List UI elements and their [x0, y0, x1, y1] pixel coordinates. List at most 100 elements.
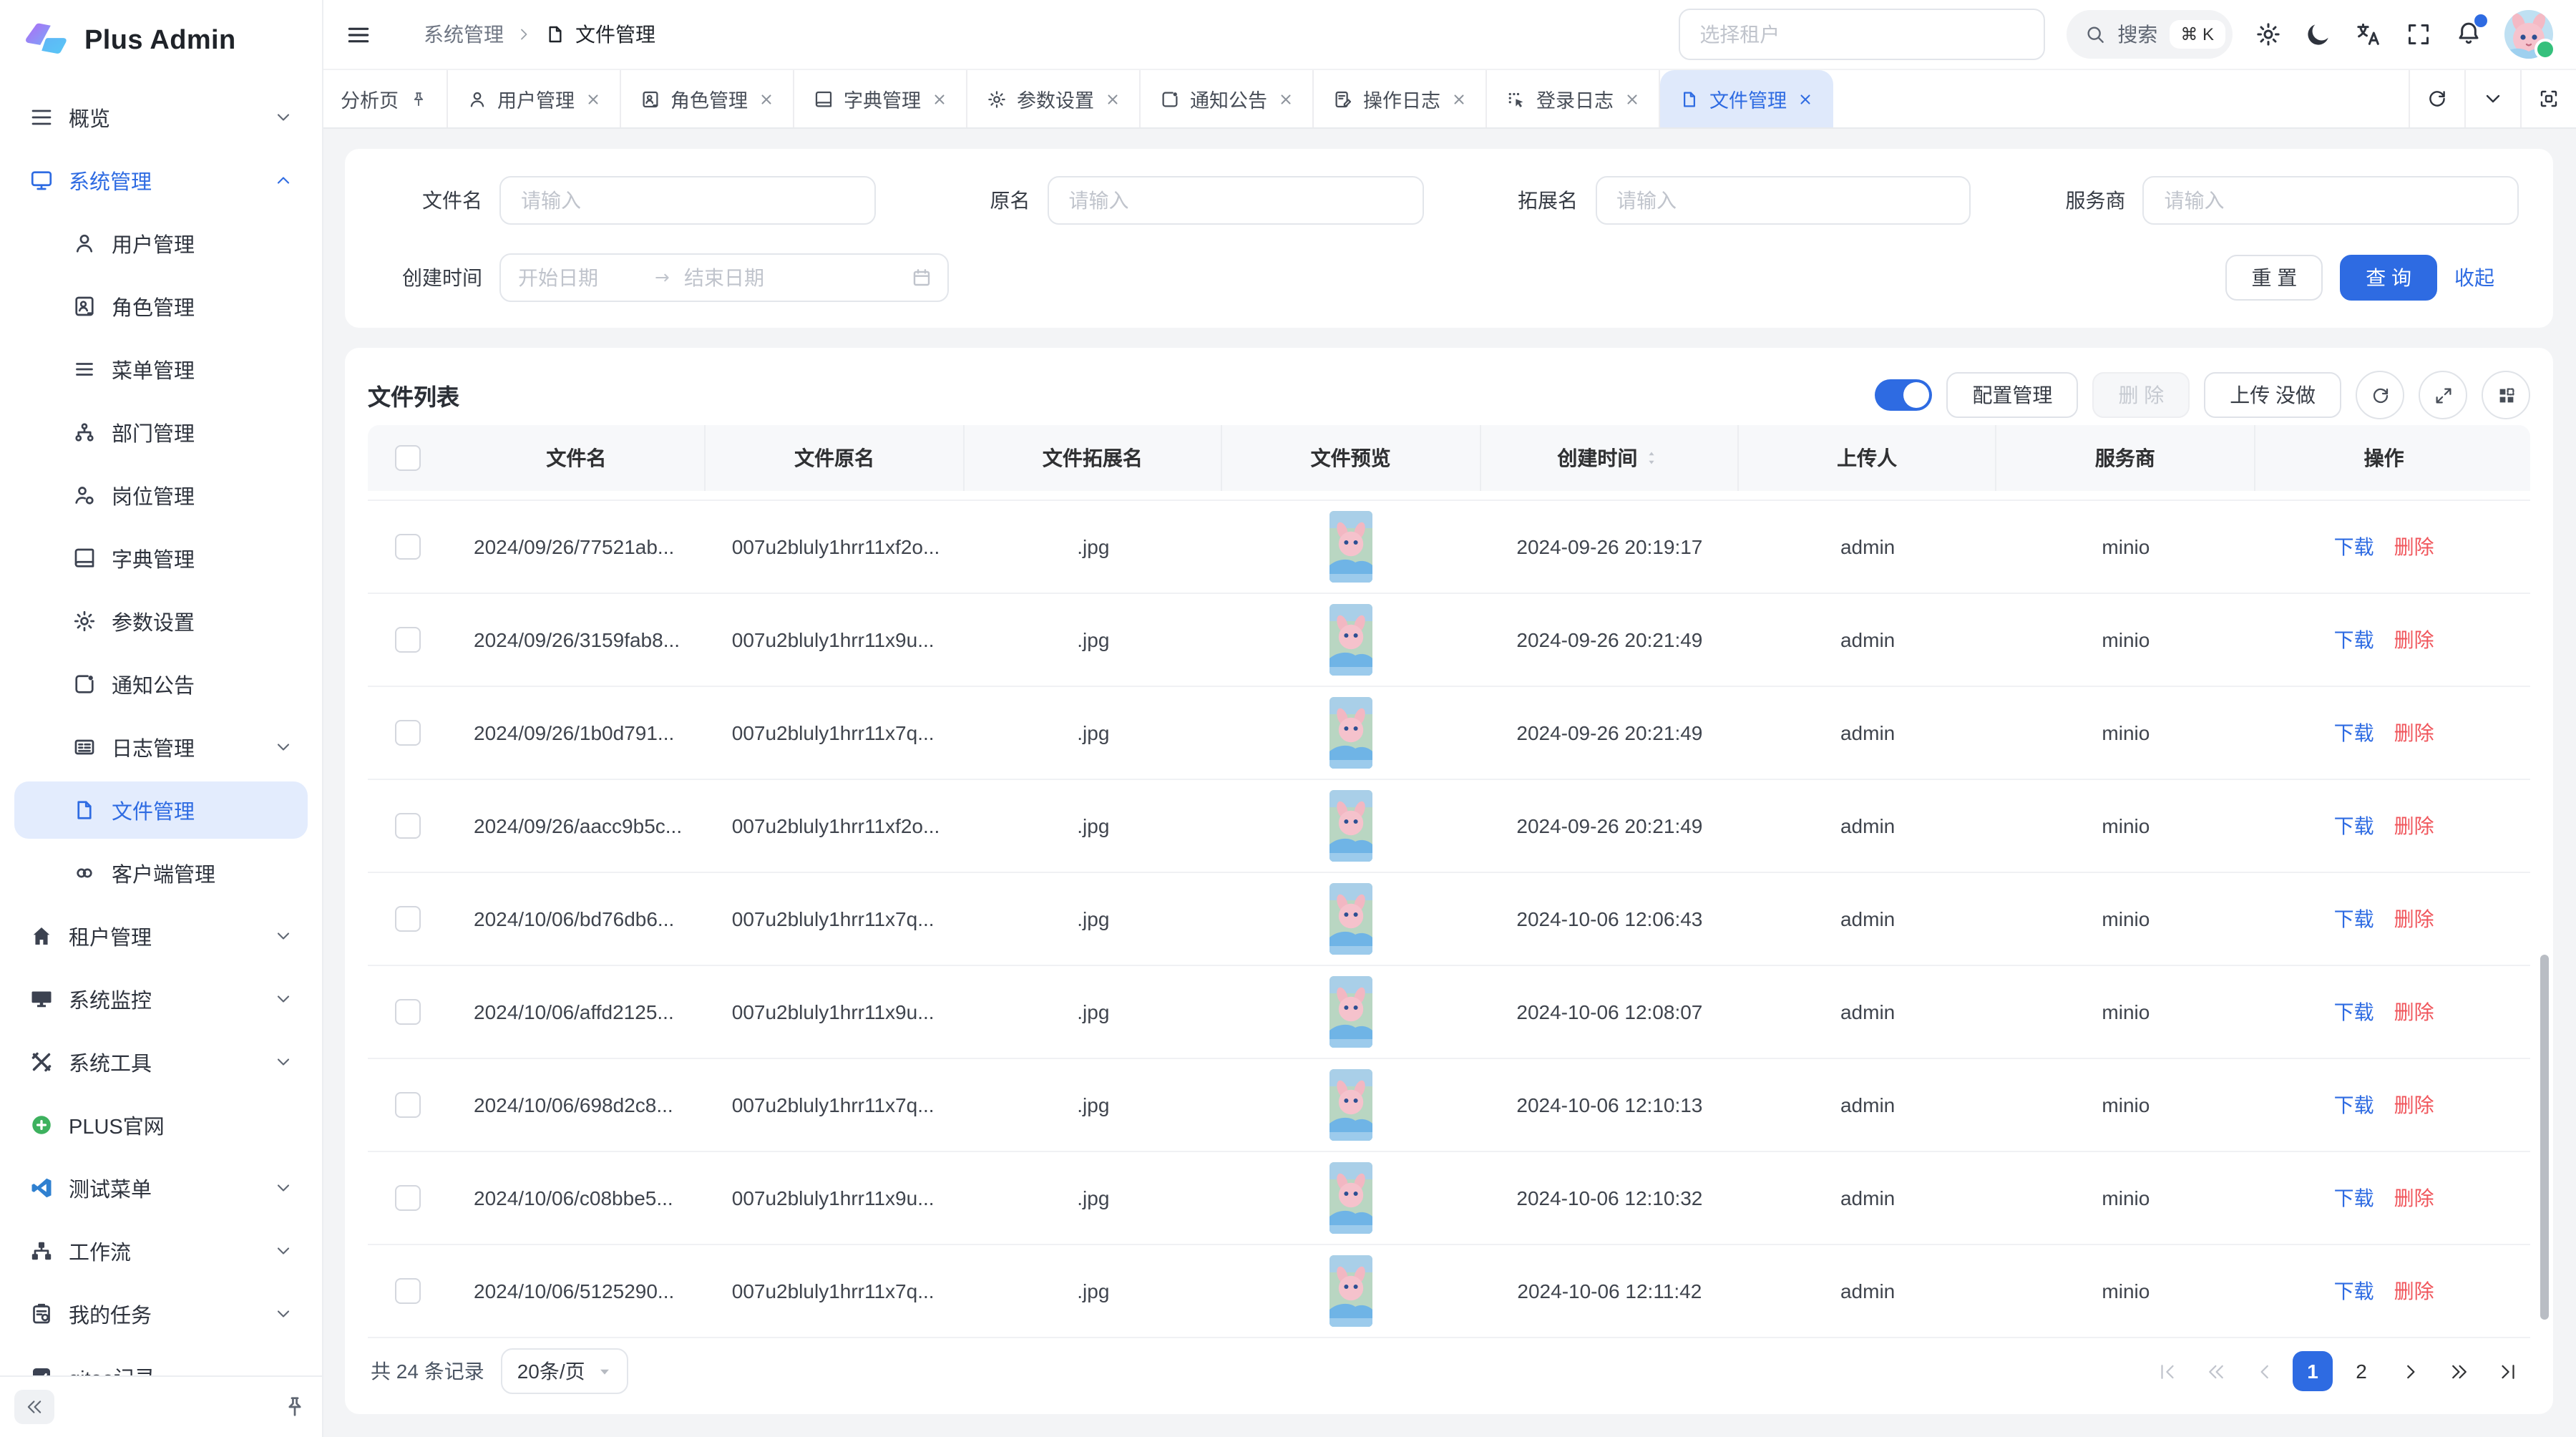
config-management-button[interactable]: 配置管理 — [1946, 372, 2078, 418]
tab-dict-management[interactable]: 字典管理 — [794, 70, 967, 127]
sidebar-item-user-management[interactable]: 用户管理 — [14, 215, 308, 272]
row-checkbox[interactable] — [395, 534, 421, 560]
sidebar-item-notice[interactable]: 通知公告 — [14, 656, 308, 713]
tab-user-management[interactable]: 用户管理 — [447, 70, 620, 127]
sidebar-item-tenant-management[interactable]: 租户管理 — [14, 907, 308, 965]
delete-link[interactable]: 删除 — [2394, 1184, 2434, 1212]
end-date-input[interactable] — [681, 265, 810, 291]
fast-next-button[interactable] — [2439, 1351, 2479, 1391]
sidebar-item-file-management[interactable]: 文件管理 — [14, 781, 308, 839]
table-vertical-scrollbar[interactable] — [2540, 955, 2549, 1320]
file-preview-thumbnail[interactable] — [1330, 1255, 1373, 1327]
sidebar-item-plus-website[interactable]: PLUS官网 — [14, 1096, 308, 1154]
column-header-0[interactable]: 文件名 — [448, 425, 706, 491]
filter-input-origin-name-control[interactable] — [1066, 187, 1405, 213]
hamburger-menu-icon[interactable] — [345, 21, 372, 48]
start-date-input[interactable] — [515, 265, 644, 291]
row-checkbox[interactable] — [395, 1185, 421, 1211]
page-size-select[interactable]: 20条/页 — [502, 1348, 628, 1394]
file-preview-thumbnail[interactable] — [1330, 976, 1373, 1048]
column-header-6[interactable]: 服务商 — [1997, 425, 2255, 491]
sidebar-item-system-management[interactable]: 系统管理 — [14, 152, 308, 209]
filter-input-file-name[interactable] — [499, 176, 876, 225]
row-checkbox[interactable] — [395, 813, 421, 839]
row-checkbox[interactable] — [395, 1092, 421, 1118]
table-fullscreen-button[interactable] — [2419, 371, 2467, 419]
tab-param-settings[interactable]: 参数设置 — [967, 70, 1140, 127]
refresh-tab-button[interactable] — [2409, 70, 2464, 127]
sidebar-item-role-management[interactable]: 角色管理 — [14, 278, 308, 335]
sidebar-item-param-settings[interactable]: 参数设置 — [14, 593, 308, 650]
download-link[interactable]: 下载 — [2334, 905, 2374, 933]
global-search[interactable]: 搜索 ⌘ K — [2066, 10, 2233, 59]
collapse-filters-link[interactable]: 收起 — [2454, 263, 2519, 292]
batch-delete-button[interactable]: 删 除 — [2092, 372, 2190, 418]
column-header-3[interactable]: 文件预览 — [1222, 425, 1480, 491]
sidebar-item-log-management[interactable]: 日志管理 — [14, 718, 308, 776]
row-checkbox[interactable] — [395, 627, 421, 653]
table-refresh-button[interactable] — [2356, 371, 2404, 419]
fullscreen-icon[interactable] — [2404, 20, 2433, 49]
sidebar-item-client-management[interactable]: 客户端管理 — [14, 844, 308, 902]
tab-menu-button[interactable] — [2464, 70, 2520, 127]
column-header-1[interactable]: 文件原名 — [706, 425, 965, 491]
sidebar-item-test-menu[interactable]: 测试菜单 — [14, 1159, 308, 1217]
download-link[interactable]: 下载 — [2334, 718, 2374, 747]
tab-analysis[interactable]: 分析页 — [322, 70, 447, 127]
filter-input-origin-name[interactable] — [1048, 176, 1424, 225]
sidebar-item-workflow[interactable]: 工作流 — [14, 1222, 308, 1280]
fast-prev-button[interactable] — [2195, 1351, 2235, 1391]
row-checkbox[interactable] — [395, 1278, 421, 1304]
file-preview-thumbnail[interactable] — [1330, 604, 1373, 676]
upload-button[interactable]: 上传 没做 — [2204, 372, 2341, 418]
sidebar-item-dict-management[interactable]: 字典管理 — [14, 530, 308, 587]
dark-mode-moon-icon[interactable] — [2304, 20, 2333, 49]
sidebar-item-system-tools[interactable]: 系统工具 — [14, 1033, 308, 1091]
download-link[interactable]: 下载 — [2334, 625, 2374, 654]
download-link[interactable]: 下载 — [2334, 1184, 2374, 1212]
sidebar-item-my-tasks[interactable]: 我的任务 — [14, 1285, 308, 1343]
file-preview-thumbnail[interactable] — [1330, 883, 1373, 955]
tab-operation-log[interactable]: 操作日志 — [1313, 70, 1486, 127]
filter-input-extension[interactable] — [1595, 176, 1971, 225]
tab-notice[interactable]: 通知公告 — [1140, 70, 1313, 127]
download-link[interactable]: 下载 — [2334, 1277, 2374, 1305]
sidebar-item-system-monitor[interactable]: 系统监控 — [14, 970, 308, 1028]
sidebar-pin-icon[interactable] — [282, 1394, 308, 1420]
row-checkbox[interactable] — [395, 906, 421, 932]
select-all-checkbox[interactable] — [395, 445, 421, 471]
file-preview-thumbnail[interactable] — [1330, 697, 1373, 769]
sidebar-item-post-management[interactable]: 岗位管理 — [14, 467, 308, 524]
download-link[interactable]: 下载 — [2334, 998, 2374, 1026]
sidebar-item-gitee-log[interactable]: gitee记录 — [14, 1348, 308, 1375]
translate-icon[interactable] — [2354, 20, 2383, 49]
settings-gear-icon[interactable] — [2254, 20, 2283, 49]
breadcrumb-item-file[interactable]: 文件管理 — [544, 20, 655, 49]
download-link[interactable]: 下载 — [2334, 1091, 2374, 1119]
filter-input-extension-control[interactable] — [1614, 187, 1953, 213]
page-number-2[interactable]: 2 — [2341, 1351, 2381, 1391]
column-header-4[interactable]: 创建时间 — [1480, 425, 1739, 491]
search-panel-toggle[interactable] — [1875, 379, 1932, 411]
sidebar-item-overview[interactable]: 概览 — [14, 89, 308, 146]
tenant-select[interactable] — [1678, 9, 2044, 60]
file-preview-thumbnail[interactable] — [1330, 1069, 1373, 1141]
reset-button[interactable]: 重 置 — [2225, 255, 2323, 301]
filter-input-provider-control[interactable] — [2162, 187, 2501, 213]
date-range-picker[interactable] — [499, 253, 949, 302]
content-fullscreen-button[interactable] — [2520, 70, 2576, 127]
prev-page-button[interactable] — [2244, 1351, 2284, 1391]
delete-link[interactable]: 删除 — [2394, 1091, 2434, 1119]
breadcrumb-item-system[interactable]: 系统管理 — [392, 20, 504, 49]
delete-link[interactable]: 删除 — [2394, 1277, 2434, 1305]
delete-link[interactable]: 删除 — [2394, 532, 2434, 561]
next-page-button[interactable] — [2390, 1351, 2430, 1391]
tab-role-management[interactable]: 角色管理 — [620, 70, 794, 127]
notifications-button[interactable] — [2454, 18, 2483, 51]
delete-link[interactable]: 删除 — [2394, 625, 2434, 654]
download-link[interactable]: 下载 — [2334, 532, 2374, 561]
file-preview-thumbnail[interactable] — [1330, 1162, 1373, 1234]
column-settings-button[interactable] — [2482, 371, 2530, 419]
last-page-button[interactable] — [2487, 1351, 2527, 1391]
delete-link[interactable]: 删除 — [2394, 718, 2434, 747]
